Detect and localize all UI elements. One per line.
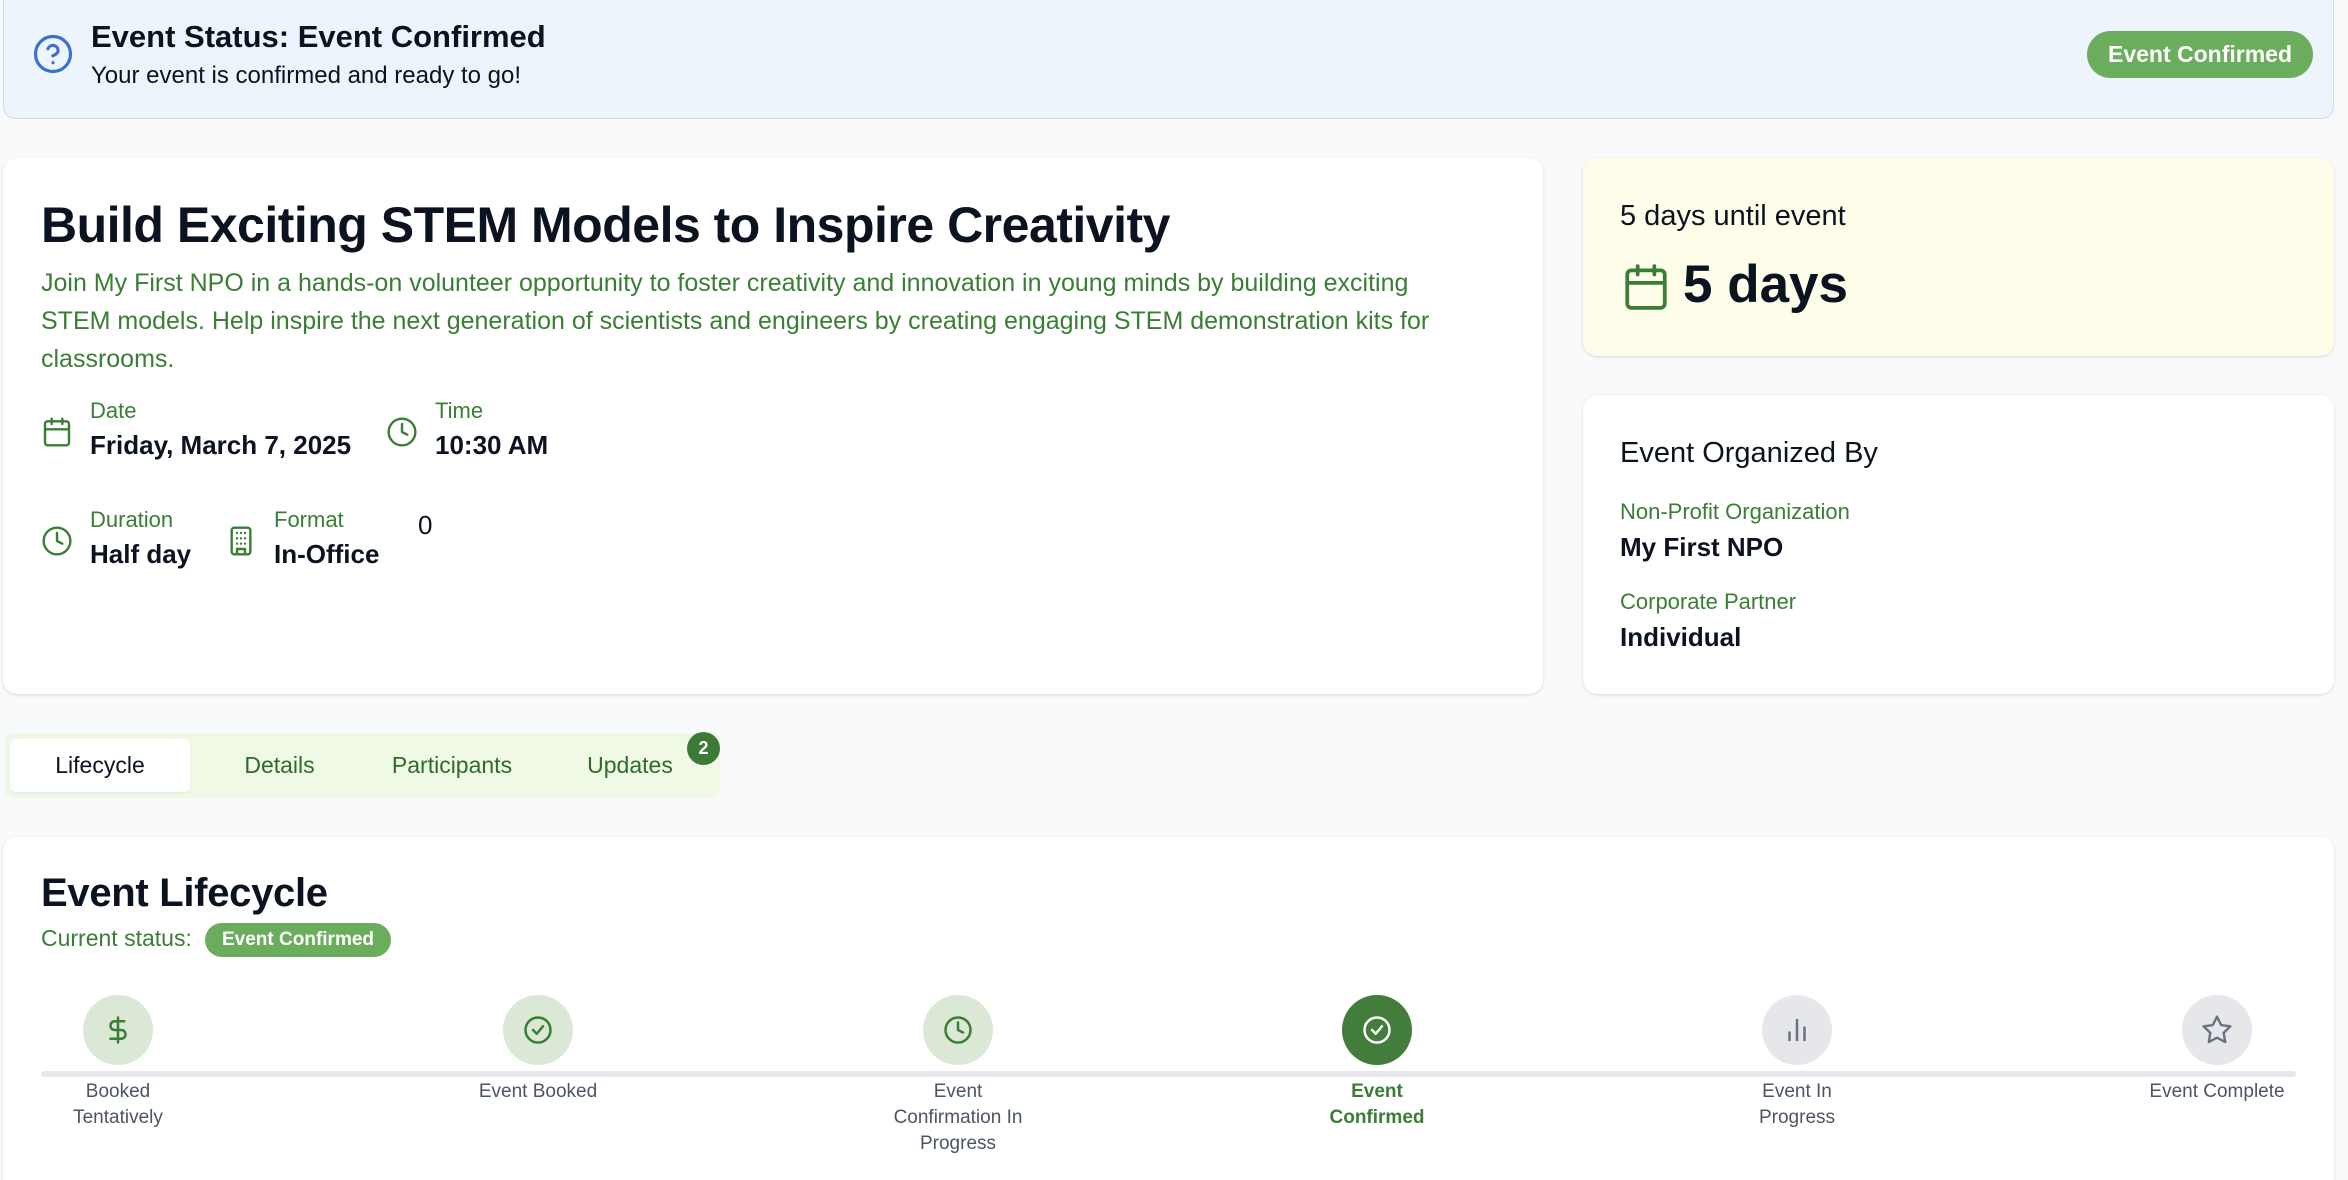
event-duration: Duration Half day	[41, 507, 211, 577]
time-value: 10:30 AM	[435, 430, 549, 460]
date-label: Date	[90, 398, 137, 423]
npo-value: My First NPO	[1620, 532, 1784, 562]
clock-icon	[387, 417, 417, 447]
event-format: Format In-Office	[225, 507, 395, 577]
lifecycle-step-event-complete: Event Complete	[2117, 995, 2317, 1105]
updates-count-badge: 2	[687, 732, 720, 765]
format-value: In-Office	[274, 539, 380, 569]
time-label: Time	[435, 398, 484, 423]
building-icon	[230, 526, 252, 556]
partner-value: Individual	[1620, 622, 1742, 652]
lifecycle-step-booked-tentatively: Booked Tentatively	[18, 995, 218, 1131]
lifecycle-step-event-booked: Event Booked	[438, 995, 638, 1105]
lifecycle-step-confirmation-in-progress: Event Confirmation In Progress	[858, 995, 1058, 1157]
check-circle-icon	[1363, 1016, 1391, 1044]
countdown-card: 5 days until event 5 days	[1583, 158, 2334, 356]
status-badge: Event Confirmed	[2087, 31, 2314, 78]
bar-chart-icon	[1788, 1018, 1806, 1042]
lifecycle-step-event-confirmed: Event Confirmed	[1277, 995, 1477, 1131]
countdown-value: 5 days	[1683, 255, 1849, 314]
event-title: Build Exciting STEM Models to Inspire Cr…	[41, 197, 1170, 253]
countdown-label: 5 days until event	[1620, 200, 1846, 232]
step-label: Event Complete	[2149, 1081, 2285, 1102]
partner-label: Corporate Partner	[1620, 589, 1797, 614]
tab-bar: Lifecycle Details Participants Updates	[5, 733, 720, 798]
step-label: Event In Progress	[1758, 1081, 1836, 1128]
event-summary-card: Build Exciting STEM Models to Inspire Cr…	[3, 158, 1543, 694]
event-description: Join My First NPO in a hands-on voluntee…	[41, 269, 1430, 373]
step-label: Event Confirmation In Progress	[893, 1081, 1023, 1154]
current-status-label: Current status:	[41, 925, 192, 951]
calendar-icon	[1625, 264, 1667, 310]
tab-participants[interactable]: Participants	[367, 739, 537, 792]
date-value: Friday, March 7, 2025	[90, 430, 352, 460]
clock-icon	[42, 526, 72, 556]
status-banner: Event Status: Event Confirmed Your event…	[3, 0, 2334, 119]
star-icon	[2202, 1015, 2232, 1044]
event-date: Date Friday, March 7, 2025	[41, 398, 371, 468]
npo-label: Non-Profit Organization	[1620, 499, 1850, 524]
tab-details[interactable]: Details	[197, 739, 362, 792]
lifecycle-title: Event Lifecycle	[41, 871, 328, 915]
event-time: Time 10:30 AM	[386, 398, 606, 468]
banner-subtitle: Your event is confirmed and ready to go!	[91, 62, 522, 89]
clock-icon	[944, 1016, 972, 1044]
step-label: Event Confirmed	[1329, 1081, 1425, 1128]
dollar-icon	[109, 1016, 127, 1044]
duration-value: Half day	[90, 539, 192, 569]
lifecycle-step-event-in-progress: Event In Progress	[1697, 995, 1897, 1131]
format-label: Format	[274, 507, 344, 532]
calendar-icon	[43, 417, 71, 447]
lifecycle-card: Event Lifecycle Current status: Event Co…	[3, 837, 2334, 1180]
lifecycle-track	[41, 1071, 2296, 1077]
organizer-title: Event Organized By	[1620, 437, 1878, 469]
step-label: Booked Tentatively	[73, 1081, 163, 1128]
check-circle-icon	[524, 1016, 552, 1044]
current-status-badge: Event Confirmed	[205, 923, 392, 957]
step-label: Event Booked	[478, 1081, 598, 1102]
banner-title: Event Status: Event Confirmed	[91, 19, 546, 54]
extra-value: 0	[418, 510, 433, 540]
organizer-card: Event Organized By Non-Profit Organizati…	[1583, 395, 2334, 694]
duration-label: Duration	[90, 507, 174, 532]
help-circle-icon	[33, 34, 73, 74]
tab-lifecycle[interactable]: Lifecycle	[10, 739, 190, 792]
